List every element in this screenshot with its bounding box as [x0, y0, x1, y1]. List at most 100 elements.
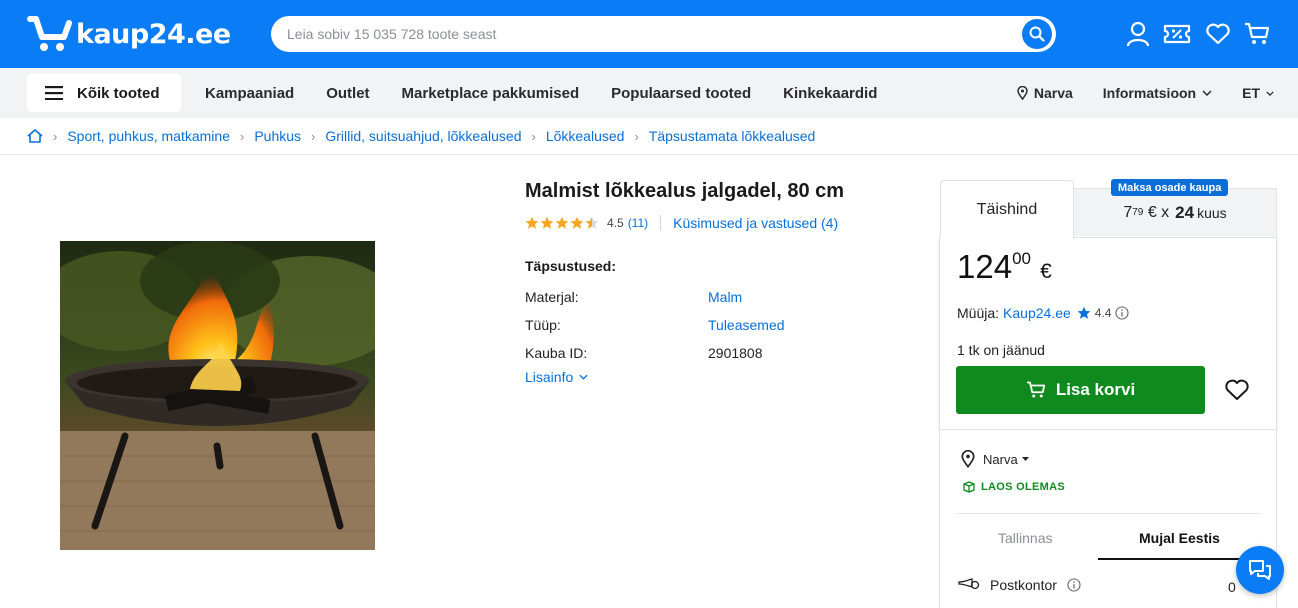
star-half-icon: [585, 216, 599, 229]
seller-info: Müüja: Kaup24.ee 4.4: [957, 305, 1130, 321]
site-logo[interactable]: kaup24.ee: [26, 14, 231, 54]
tab-elsewhere-estonia[interactable]: Mujal Eestis: [1139, 530, 1220, 546]
seller-link[interactable]: Kaup24.ee: [1003, 305, 1071, 321]
add-to-cart-button[interactable]: Lisa korvi: [956, 366, 1205, 414]
nav-links: Kampaaniad Outlet Marketplace pakkumised…: [205, 68, 877, 118]
home-icon[interactable]: [27, 129, 43, 143]
account-button[interactable]: [1124, 20, 1152, 48]
nav-link-giftcards[interactable]: Kinkekaardid: [783, 85, 877, 102]
cart-icon: [1026, 381, 1045, 398]
divider: [0, 154, 1298, 155]
search-button[interactable]: [1022, 19, 1052, 49]
breadcrumb-separator: ›: [531, 128, 536, 144]
price: 12400 €: [957, 248, 1052, 286]
more-info-link[interactable]: Lisainfo: [525, 369, 588, 385]
price-dec: 00: [1012, 249, 1031, 268]
installment-badge: Maksa osade kaupa: [1111, 179, 1229, 196]
user-icon: [1126, 21, 1150, 47]
star-icon: [1077, 306, 1091, 319]
star-icon: [540, 216, 554, 229]
stock-status: 1 tk on jäänud: [957, 342, 1045, 358]
installment-int: 7: [1123, 203, 1133, 221]
tab-full-price[interactable]: Täishind: [940, 180, 1074, 238]
price-currency: €: [1040, 260, 1052, 283]
language-dropdown[interactable]: ET: [1242, 85, 1274, 101]
seller-label: Müüja:: [957, 305, 1000, 321]
specs-heading: Täpsustused:: [525, 258, 617, 274]
breadcrumb-link[interactable]: Puhkus: [254, 128, 301, 144]
reviews-link[interactable]: (11): [628, 216, 648, 230]
product-image[interactable]: [60, 241, 375, 550]
delivery-location-label: Narva: [983, 451, 1018, 467]
spec-value-material[interactable]: Malm: [708, 289, 742, 305]
location-pin-icon: [961, 450, 975, 468]
spec-label: Kauba ID:: [525, 345, 588, 361]
breadcrumb-link[interactable]: Lõkkealused: [546, 128, 625, 144]
heart-icon: [1206, 23, 1230, 45]
all-products-label: Kõik tooted: [77, 84, 160, 102]
rating-value: 4.5: [607, 216, 624, 230]
location-selector[interactable]: Narva: [1017, 85, 1073, 101]
nav-link-outlet[interactable]: Outlet: [326, 85, 369, 102]
cart-button[interactable]: [1243, 20, 1271, 48]
spec-value-type[interactable]: Tuleasemed: [708, 317, 785, 333]
discounts-button[interactable]: [1163, 20, 1191, 48]
logo-text: kaup24.ee: [76, 18, 231, 50]
delivery-price: 0: [1228, 579, 1236, 595]
nav-right: Narva Informatsioon ET: [1017, 68, 1274, 118]
search-input[interactable]: [287, 16, 1007, 52]
nav-link-campaigns[interactable]: Kampaaniad: [205, 85, 294, 102]
chat-button[interactable]: [1236, 546, 1284, 594]
cart-logo-icon: [27, 16, 72, 51]
delivery-method-row: Postkontor: [958, 577, 1081, 593]
buy-box: 12400 € Müüja: Kaup24.ee 4.4 1 tk on jää…: [939, 237, 1277, 430]
info-icon[interactable]: [1067, 578, 1081, 592]
spec-label: Tüüp:: [525, 317, 561, 333]
all-products-button[interactable]: Kõik tooted: [27, 74, 181, 112]
delivery-location-selector[interactable]: Narva: [961, 450, 1029, 468]
seller-rating: 4.4: [1094, 306, 1112, 320]
search-icon: [1029, 26, 1045, 42]
delivery-box: Narva LAOS OLEMAS Tallinnas Mujal Eestis…: [939, 430, 1277, 608]
breadcrumb-separator: ›: [239, 128, 245, 144]
qa-link[interactable]: Küsimused ja vastused (4): [673, 215, 838, 231]
chevron-down-icon: [1202, 90, 1212, 96]
installment-unit: kuus: [1197, 204, 1227, 221]
top-header: kaup24.ee: [0, 0, 1298, 68]
wishlist-heart-icon[interactable]: [1224, 378, 1250, 402]
delivery-method-label: Postkontor: [990, 577, 1057, 593]
chevron-down-icon: [1266, 90, 1274, 96]
breadcrumb: › Sport, puhkus, matkamine › Puhkus › Gr…: [27, 118, 815, 154]
breadcrumb-separator: ›: [634, 128, 639, 144]
breadcrumb-separator: ›: [311, 128, 316, 144]
star-icon: [525, 216, 539, 229]
main-nav: Kõik tooted Kampaaniad Outlet Marketplac…: [0, 68, 1298, 118]
rating-row: 4.5 (11) Küsimused ja vastused (4): [525, 214, 838, 232]
in-stock-status: LAOS OLEMAS: [963, 481, 1065, 493]
breadcrumb-link[interactable]: Grillid, suitsuahjud, lõkkealused: [325, 128, 521, 144]
chevron-down-icon: [579, 374, 588, 380]
tab-tallinn[interactable]: Tallinnas: [998, 530, 1052, 546]
location-label: Narva: [1033, 85, 1073, 101]
product-title: Malmist lõkkealus jalgadel, 80 cm: [525, 180, 845, 202]
info-dropdown[interactable]: Informatsioon: [1103, 85, 1212, 101]
nav-link-popular[interactable]: Populaarsed tooted: [611, 85, 751, 102]
breadcrumb-link[interactable]: Sport, puhkus, matkamine: [67, 128, 230, 144]
breadcrumb-separator: ›: [53, 128, 58, 144]
divider: [660, 215, 662, 231]
divider: [956, 513, 1261, 514]
installment-months: 24: [1175, 202, 1195, 222]
post-horn-icon: [958, 578, 980, 590]
chat-bubbles-icon: [1249, 560, 1271, 580]
discount-icon: [1163, 24, 1191, 44]
info-icon[interactable]: [1115, 306, 1130, 320]
spec-value-id: 2901808: [708, 345, 763, 361]
nav-link-marketplace[interactable]: Marketplace pakkumised: [402, 85, 580, 102]
box-icon: [963, 481, 975, 493]
menu-icon: [45, 86, 63, 100]
wishlist-button[interactable]: [1204, 20, 1232, 48]
installment-currency: € x: [1147, 203, 1170, 221]
breadcrumb-link[interactable]: Täpsustamata lõkkealused: [649, 128, 816, 144]
location-pin-icon: [1017, 86, 1028, 100]
rating-stars[interactable]: [525, 216, 599, 230]
